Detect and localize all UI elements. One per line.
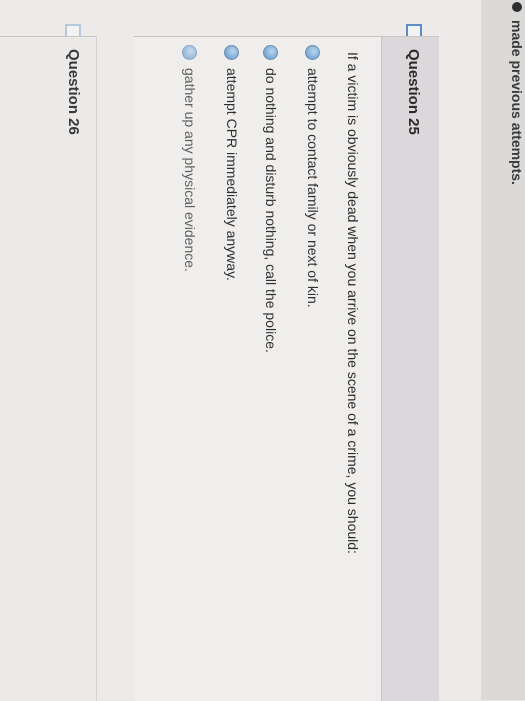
bullet-icon <box>512 2 522 12</box>
answer-option-2[interactable]: do nothing and disturb nothing, call the… <box>263 45 279 353</box>
answer-option-4[interactable]: gather up any physical evidence. <box>182 45 198 272</box>
radio-button-icon[interactable] <box>263 45 279 60</box>
quiz-page: made previous attempts. Question 25 If a… <box>0 0 525 701</box>
answer-option-3[interactable]: attempt CPR immediately anyway. <box>224 45 240 281</box>
attempts-text: made previous attempts. <box>509 20 525 185</box>
answer-label: do nothing and disturb nothing, call the… <box>263 68 279 353</box>
question-25-card: Question 25 If a victim is obviously dea… <box>134 36 439 701</box>
answer-label: attempt CPR immediately anyway. <box>224 68 240 281</box>
question-25-prompt: If a victim is obviously dead when you a… <box>345 52 361 554</box>
question-25-title: Question 25 <box>405 49 422 135</box>
question-26-title: Question 26 <box>65 49 82 135</box>
answer-option-1[interactable]: attempt to contact family or next of kin… <box>305 45 321 308</box>
answer-label: gather up any physical evidence. <box>182 68 198 272</box>
question-25-header: Question 25 <box>381 37 439 701</box>
radio-button-icon[interactable] <box>182 45 198 60</box>
radio-button-icon[interactable] <box>224 45 240 60</box>
attempts-row: made previous attempts. <box>509 2 525 185</box>
answer-label: attempt to contact family or next of kin… <box>305 68 321 308</box>
question-26-card: Question 26 <box>0 36 97 701</box>
radio-button-icon[interactable] <box>305 45 321 60</box>
attempts-banner: made previous attempts. <box>481 0 525 700</box>
